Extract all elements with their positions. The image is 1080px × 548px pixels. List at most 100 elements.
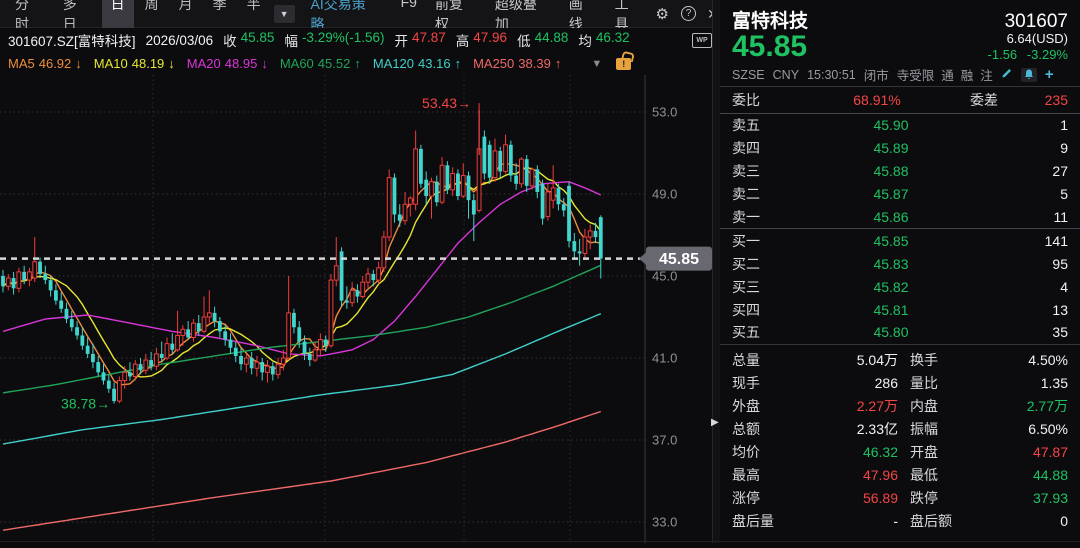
candle (445, 165, 449, 190)
bid-level-label: 买二 (732, 254, 784, 274)
ma-trend-arrow-icon: ↓ (75, 56, 82, 71)
high-price-marker: 53.43→ (422, 95, 471, 111)
candle (440, 165, 444, 202)
candle (303, 342, 307, 354)
stat-value: 56.89 (794, 490, 898, 506)
ma-line-MA60 (3, 265, 601, 393)
y-axis-tick: 33.0 (652, 515, 677, 530)
quote-field-value: 46.32 (596, 30, 630, 50)
period-dropdown-button[interactable]: ▼ (274, 5, 295, 23)
candle (260, 362, 264, 372)
stat-label: 盘后额 (910, 511, 972, 531)
ask-level-label: 卖三 (732, 161, 784, 181)
ask-row[interactable]: 卖三45.8827 (720, 160, 1080, 183)
candle (313, 350, 317, 360)
candle (65, 309, 69, 319)
candle (509, 145, 513, 176)
lock-icon[interactable]: ! (616, 58, 631, 70)
ma-value: 43.16 (418, 56, 451, 71)
candle (297, 327, 301, 341)
stat-value: 286 (794, 375, 898, 391)
candle (530, 169, 534, 185)
add-watchlist-icon[interactable]: + (1045, 66, 1054, 83)
float-window-icon[interactable]: WP (692, 33, 712, 48)
candle (324, 340, 328, 346)
stat-label: 跌停 (910, 488, 972, 508)
candle (133, 364, 137, 376)
candle (504, 145, 508, 172)
ma-label: MA10 (94, 56, 128, 71)
candle (546, 192, 550, 217)
candle (477, 149, 481, 211)
ask-row[interactable]: 卖一45.8611 (720, 206, 1080, 229)
stat-label: 盘后量 (732, 511, 794, 531)
exchange-label: SZSE (732, 68, 765, 82)
stat-row: 总额2.33亿振幅6.50% (720, 418, 1080, 441)
stat-row: 总量5.04万换手4.50% (720, 349, 1080, 372)
ask-qty: 9 (998, 140, 1068, 156)
ma-value: 48.19 (132, 56, 165, 71)
ask-row[interactable]: 卖二45.875 (720, 183, 1080, 206)
weibi-row: 委比 68.91% 委差 235 (720, 87, 1080, 113)
candle (6, 278, 10, 286)
candlestick-chart[interactable]: 53.049.045.041.037.033.045.8553.43→38.78… (0, 75, 720, 543)
quote-field-value: -3.29%(-1.56) (302, 30, 385, 50)
ask-price: 45.89 (784, 140, 998, 156)
ask-row[interactable]: 卖四45.899 (720, 137, 1080, 160)
bid-level-label: 买五 (732, 322, 784, 342)
candle (334, 266, 338, 280)
candle (239, 356, 243, 364)
bid-row[interactable]: 买三45.824 (720, 275, 1080, 298)
bid-row[interactable]: 买五45.8035 (720, 321, 1080, 344)
status-badge: 通 (941, 65, 954, 84)
candle (451, 174, 455, 190)
price-change: -1.56 (988, 47, 1018, 62)
stat-label: 外盘 (732, 396, 794, 416)
candle (419, 149, 423, 184)
collapse-triangle-icon[interactable]: ▼ (591, 58, 602, 70)
stat-row: 外盘2.27万内盘2.77万 (720, 395, 1080, 418)
date-label: 2026/03/06 (146, 33, 214, 48)
quote-field-label: 开 (394, 30, 408, 50)
candle (186, 329, 190, 337)
alert-bell-icon[interactable] (1021, 68, 1037, 82)
bid-row[interactable]: 买一45.85141 (720, 229, 1080, 252)
candle (144, 360, 148, 370)
stat-label: 现手 (732, 373, 794, 393)
chart-svg: 53.049.045.041.037.033.045.8553.43→38.78… (0, 75, 720, 543)
ma-label: MA60 (280, 56, 314, 71)
quote-field: 低44.88 (517, 30, 568, 50)
candle (266, 366, 270, 372)
stat-value: 47.96 (794, 467, 898, 483)
weicha-value: 235 (998, 92, 1068, 108)
bid-qty: 95 (998, 256, 1068, 272)
y-axis-tick: 41.0 (652, 351, 677, 366)
candle (356, 290, 360, 296)
candle (54, 290, 58, 300)
quote-field-value: 44.88 (535, 30, 569, 50)
ask-price: 45.87 (784, 186, 998, 202)
ma-value: 45.52 (318, 56, 351, 71)
candle (424, 180, 428, 196)
ask-row[interactable]: 卖五45.901 (720, 114, 1080, 137)
ask-level-label: 卖一 (732, 207, 784, 227)
bid-row[interactable]: 买二45.8395 (720, 252, 1080, 275)
settings-gear-icon[interactable]: ⚙ (656, 5, 669, 23)
candle (117, 381, 121, 402)
bid-row[interactable]: 买四45.8113 (720, 298, 1080, 321)
candle (17, 272, 21, 288)
ask-level-label: 卖五 (732, 115, 784, 135)
candle (70, 319, 74, 327)
bid-price: 45.82 (784, 279, 998, 295)
edit-pencil-icon[interactable] (1001, 67, 1013, 82)
stat-label: 均价 (732, 442, 794, 462)
candle (382, 237, 386, 268)
candle (520, 159, 524, 184)
candle (345, 301, 349, 303)
candle (197, 323, 201, 331)
panel-expand-arrow-icon[interactable]: ▶ (711, 417, 719, 428)
quote-field-value: 47.87 (412, 30, 446, 50)
help-icon[interactable]: ? (681, 6, 696, 21)
stat-value: - (794, 513, 898, 529)
last-price: 45.85 (732, 31, 807, 63)
